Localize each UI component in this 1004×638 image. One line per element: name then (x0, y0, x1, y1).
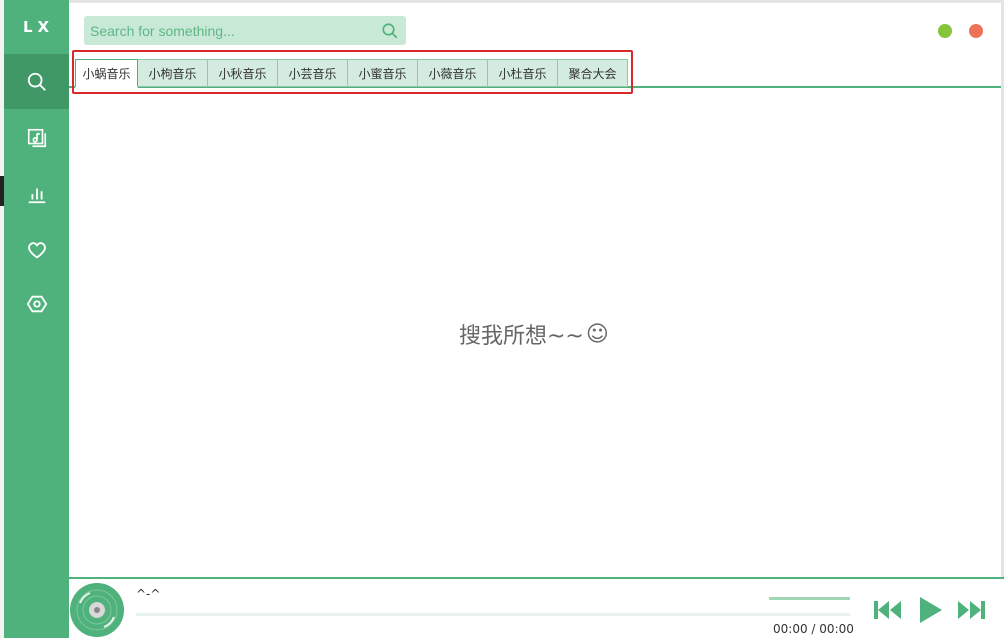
tab-source-5[interactable]: 小蜜音乐 (348, 59, 418, 87)
tab-source-6[interactable]: 小薇音乐 (418, 59, 488, 87)
sidebar-item-search[interactable] (4, 54, 69, 109)
volume-slider[interactable] (769, 597, 850, 600)
tab-source-7[interactable]: 小杜音乐 (488, 59, 558, 87)
sidebar-item-song-list[interactable] (4, 110, 69, 165)
empty-search-hint: 搜我所想~~ ☺ (459, 318, 609, 350)
search-icon (27, 72, 46, 91)
tab-source-3[interactable]: 小秋音乐 (208, 59, 278, 87)
search-input[interactable] (84, 16, 374, 45)
search-icon (382, 23, 398, 39)
music-list-icon (27, 128, 46, 147)
source-tabs: 小蜗音乐 小枸音乐 小秋音乐 小芸音乐 小蜜音乐 小薇音乐 小杜音乐 聚合大会 (75, 59, 628, 88)
time-current: 00:00 (773, 622, 808, 636)
tab-source-8[interactable]: 聚合大会 (558, 59, 628, 87)
tab-source-4[interactable]: 小芸音乐 (278, 59, 348, 87)
play-button[interactable] (915, 595, 945, 625)
app-logo: LX (22, 18, 55, 36)
previous-button[interactable] (873, 595, 903, 625)
sidebar: LX (4, 0, 69, 638)
empty-hint-text: 搜我所想~~ (459, 324, 584, 349)
tab-source-2[interactable]: 小枸音乐 (138, 59, 208, 87)
track-title: ^-^ (136, 587, 161, 601)
progress-bar[interactable] (136, 613, 850, 616)
vinyl-disc-icon (71, 584, 123, 636)
search-box (84, 16, 406, 45)
sidebar-item-settings[interactable] (4, 276, 69, 331)
player-bar: ^-^ 00:00 / 00:00 (69, 577, 1004, 638)
skip-previous-icon (874, 601, 901, 619)
play-icon (920, 597, 942, 623)
smiley-icon: ☺ (585, 321, 609, 347)
time-display: 00:00 / 00:00 (773, 622, 854, 636)
skip-next-icon (958, 601, 985, 619)
search-button[interactable] (378, 19, 402, 43)
time-separator: / (811, 622, 816, 636)
bar-chart-icon (28, 188, 45, 203)
album-disc[interactable] (70, 583, 124, 637)
tab-source-1[interactable]: 小蜗音乐 (75, 59, 138, 88)
settings-icon (26, 295, 47, 312)
time-total: 00:00 (819, 622, 854, 636)
next-button[interactable] (955, 595, 987, 625)
sidebar-item-leaderboard[interactable] (4, 166, 69, 221)
heart-icon (27, 241, 46, 258)
close-button[interactable] (969, 24, 983, 38)
minimize-button[interactable] (938, 24, 952, 38)
sidebar-item-favorites[interactable] (4, 222, 69, 277)
